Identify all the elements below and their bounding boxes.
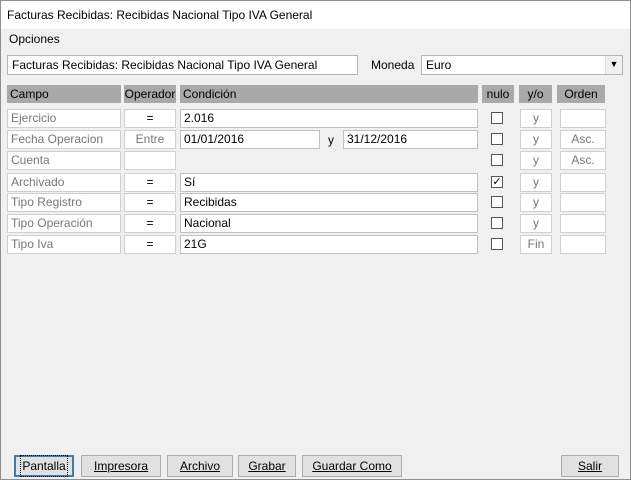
row-operador[interactable]: = [124, 214, 176, 233]
guardar-como-button[interactable]: Guardar Como [302, 455, 402, 477]
row-orden[interactable] [560, 214, 606, 233]
row-operador[interactable]: Entre [124, 130, 176, 149]
row-operador[interactable] [124, 151, 176, 170]
row-campo: Tipo Registro [7, 193, 121, 212]
grabar-button[interactable]: Grabar [238, 455, 296, 477]
row-nulo-checkbox[interactable] [491, 238, 503, 250]
row-condicion-input[interactable]: 21G [180, 235, 478, 254]
row-nulo-checkbox[interactable]: ✓ [491, 176, 503, 188]
row-nulo-checkbox[interactable] [491, 112, 503, 124]
row-operador[interactable]: = [124, 173, 176, 192]
row-condicion-input[interactable]: 2.016 [180, 109, 478, 128]
currency-select[interactable]: Euro ▼ [421, 55, 623, 75]
row-operador[interactable]: = [124, 235, 176, 254]
salir-button[interactable]: Salir [561, 455, 619, 477]
row-condicion2-input[interactable]: 31/12/2016 [343, 130, 478, 149]
row-yo[interactable]: y [520, 193, 552, 212]
chevron-down-icon[interactable]: ▼ [605, 56, 622, 74]
row-orden[interactable]: Asc. [560, 151, 606, 170]
row-condicion-input[interactable]: 01/01/2016 [180, 130, 320, 149]
archivo-button[interactable]: Archivo [167, 455, 233, 477]
title-bar: Facturas Recibidas: Recibidas Nacional T… [1, 1, 630, 29]
row-nulo-checkbox[interactable] [491, 154, 503, 166]
row-orden[interactable] [560, 235, 606, 254]
row-yo[interactable]: y [520, 214, 552, 233]
check-icon: ✓ [492, 176, 502, 188]
row-nulo-checkbox[interactable] [491, 133, 503, 145]
menu-opciones[interactable]: Opciones [9, 32, 60, 46]
menu-bar: Opciones [1, 29, 630, 49]
header-nulo: nulo [482, 85, 514, 103]
row-operador[interactable]: = [124, 109, 176, 128]
range-separator: y [328, 133, 334, 147]
row-nulo-checkbox[interactable] [491, 196, 503, 208]
row-yo[interactable]: Fin [520, 235, 552, 254]
header-orden: Orden [557, 85, 605, 103]
row-campo: Tipo Operación [7, 214, 121, 233]
window: Facturas Recibidas: Recibidas Nacional T… [0, 0, 631, 480]
row-campo: Archivado [7, 173, 121, 192]
row-orden[interactable] [560, 173, 606, 192]
header-condicion: Condición [180, 85, 478, 103]
currency-label: Moneda [371, 58, 415, 72]
row-condicion-input[interactable]: Nacional [180, 214, 478, 233]
query-name-input[interactable]: Facturas Recibidas: Recibidas Nacional T… [7, 55, 358, 75]
window-title: Facturas Recibidas: Recibidas Nacional T… [7, 8, 313, 22]
row-yo[interactable]: y [520, 151, 552, 170]
row-condicion-input[interactable]: Sí [180, 173, 478, 192]
row-operador[interactable]: = [124, 193, 176, 212]
row-campo: Tipo Iva [7, 235, 121, 254]
header-operador: Operador [124, 85, 176, 103]
row-campo: Cuenta [7, 151, 121, 170]
pantalla-button[interactable]: Pantalla [14, 455, 74, 477]
currency-value: Euro [426, 58, 452, 72]
row-campo: Fecha Operacion [7, 130, 121, 149]
row-orden[interactable] [560, 193, 606, 212]
impresora-button[interactable]: Impresora [81, 455, 161, 477]
header-yo: y/o [519, 85, 552, 103]
row-nulo-checkbox[interactable] [491, 217, 503, 229]
row-yo[interactable]: y [520, 109, 552, 128]
header-campo: Campo [7, 85, 121, 103]
row-condicion-input[interactable]: Recibidas [180, 193, 478, 212]
row-orden[interactable] [560, 109, 606, 128]
row-campo: Ejercicio [7, 109, 121, 128]
row-yo[interactable]: y [520, 173, 552, 192]
row-orden[interactable]: Asc. [560, 130, 606, 149]
row-yo[interactable]: y [520, 130, 552, 149]
